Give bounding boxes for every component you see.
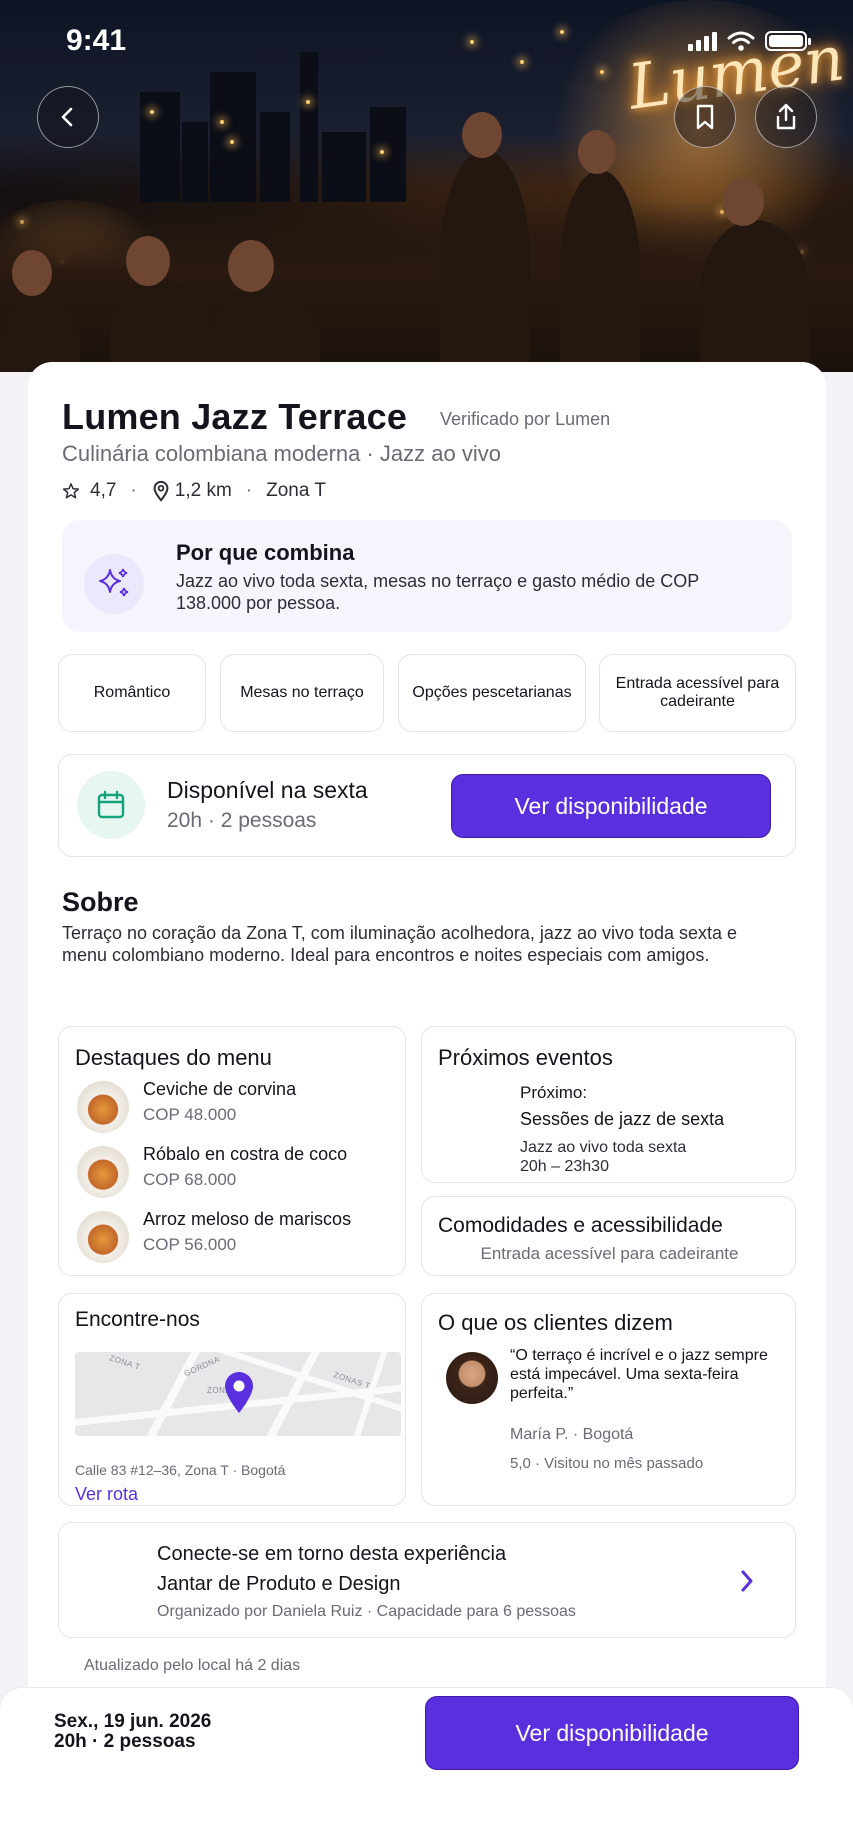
amenities-text: Entrada acessível para cadeirante <box>480 1244 739 1263</box>
status-icons <box>688 30 811 52</box>
reviews-heading: O que os clientes dizem <box>438 1310 673 1335</box>
dish-name: Ceviche de corvina <box>143 1079 297 1099</box>
status-time: 9:41 <box>66 24 127 57</box>
about-heading: Sobre <box>62 887 139 917</box>
verified-badge: Verificado por Lumen <box>440 409 611 429</box>
address: Calle 83 #12–36, Zona T · Bogotá <box>75 1462 286 1478</box>
about-text: Terraço no coração da Zona T, com ilumin… <box>62 923 738 965</box>
sparkles-icon <box>84 554 144 614</box>
amenities-heading: Comodidades e acessibilidade <box>438 1214 723 1237</box>
battery-icon <box>765 31 811 51</box>
availability-title: Disponível na sexta <box>167 777 368 803</box>
map-pin-icon <box>225 1372 253 1413</box>
distance-value: 1,2 km <box>174 480 232 501</box>
dish-name: Arroz meloso de mariscos <box>143 1209 352 1229</box>
area-value: Zona T <box>266 480 326 501</box>
venue-meta: 4,7 · 1,2 km · Zona T <box>62 480 326 502</box>
connect-meta: Organizado por Daniela Ruiz · Capacidade… <box>157 1603 576 1620</box>
dish-image <box>77 1081 129 1133</box>
dish-name: Róbalo en costra de coco <box>143 1144 348 1164</box>
why-it-matches-card: Por que combina Jazz ao vivo toda sexta,… <box>62 520 792 632</box>
event-desc: Jazz ao vivo toda sexta <box>520 1139 687 1156</box>
tag-chip[interactable]: Opções pescetarianas <box>398 654 586 732</box>
booking-detail: 20h · 2 pessoas <box>54 1731 196 1752</box>
avatar <box>446 1352 498 1404</box>
find-us-card: Encontre-nos ZONA T GORDNA ZONA T ZONAS … <box>58 1293 406 1506</box>
event-time: 20h – 23h30 <box>520 1158 609 1175</box>
last-updated: Atualizado pelo local há 2 dias <box>84 1657 301 1674</box>
why-text: Jazz ao vivo toda sexta, mesas no terraç… <box>176 571 699 613</box>
signal-icon <box>688 31 717 51</box>
check-availability-button[interactable]: Ver disponibilidade <box>451 774 771 838</box>
rating-value: 4,7 <box>90 480 117 501</box>
venue-name: Lumen Jazz Terrace <box>62 396 408 437</box>
dish-image <box>77 1211 129 1263</box>
location-pin-icon <box>153 480 169 502</box>
tag-chip[interactable]: Entrada acessível para cadeirante <box>599 654 796 732</box>
wifi-icon <box>727 31 755 51</box>
connect-event: Jantar de Produto e Design <box>157 1573 401 1595</box>
calendar-icon <box>77 771 145 839</box>
menu-item[interactable]: Róbalo en costra de coco COP 68.000 <box>77 1144 407 1200</box>
connect-card[interactable]: Conecte-se em torno desta experiência Ja… <box>58 1522 796 1638</box>
bookmark-button[interactable] <box>674 86 736 148</box>
dish-image <box>77 1146 129 1198</box>
reviews-card: O que os clientes dizem “O terraço é inc… <box>421 1293 796 1506</box>
menu-heading: Destaques do menu <box>75 1045 272 1070</box>
availability-card: Disponível na sexta 20h · 2 pessoas Ver … <box>58 754 796 857</box>
booking-date: Sex., 19 jun. 2026 <box>54 1711 212 1732</box>
dish-price: COP 68.000 <box>143 1170 237 1189</box>
booking-summary: Sex., 19 jun. 2026 20h · 2 pessoas <box>54 1712 211 1752</box>
venue-subtitle: Culinária colombiana moderna · Jazz ao v… <box>62 441 501 466</box>
upcoming-events-card[interactable]: Próximos eventos Próximo: Sessões de jaz… <box>421 1026 796 1183</box>
review-author: María P. · Bogotá <box>510 1426 634 1443</box>
bookmark-icon <box>696 104 714 130</box>
connect-title: Conecte-se em torno desta experiência <box>157 1543 507 1565</box>
availability-subtitle: 20h · 2 pessoas <box>167 809 317 832</box>
bottom-booking-bar: Sex., 19 jun. 2026 20h · 2 pessoas Ver d… <box>0 1688 853 1844</box>
directions-link[interactable]: Ver rota <box>75 1484 138 1505</box>
find-heading: Encontre-nos <box>75 1308 200 1331</box>
back-button[interactable] <box>37 86 99 148</box>
event-label: Próximo: <box>520 1083 588 1102</box>
amenities-card[interactable]: Comodidades e acessibilidade Entrada ace… <box>421 1196 796 1276</box>
tag-chip[interactable]: Romântico <box>58 654 206 732</box>
event-name: Sessões de jazz de sexta <box>520 1109 725 1129</box>
back-icon <box>61 107 73 127</box>
hero-image: Lumen <box>0 0 853 372</box>
events-heading: Próximos eventos <box>438 1045 613 1070</box>
chevron-right-icon <box>741 1570 753 1592</box>
dish-price: COP 48.000 <box>143 1105 237 1124</box>
review-quote: “O terraço é incrível e o jazz sempre es… <box>510 1347 768 1402</box>
bottom-availability-button[interactable]: Ver disponibilidade <box>425 1696 799 1770</box>
review-meta: 5,0 · Visitou no mês passado <box>510 1455 704 1472</box>
star-icon <box>62 483 80 499</box>
street-label: ZONA T <box>108 1353 142 1372</box>
map-preview[interactable]: ZONA T GORDNA ZONA T ZONAS T <box>75 1352 401 1436</box>
menu-item[interactable]: Arroz meloso de mariscos COP 56.000 <box>77 1209 407 1265</box>
share-button[interactable] <box>755 86 817 148</box>
why-title: Por que combina <box>176 540 355 565</box>
menu-item[interactable]: Ceviche de corvina COP 48.000 <box>77 1079 407 1135</box>
tag-chip[interactable]: Mesas no terraço <box>220 654 384 732</box>
share-icon <box>776 103 796 130</box>
dish-price: COP 56.000 <box>143 1235 237 1254</box>
menu-highlights-card: Destaques do menu Ceviche de corvina COP… <box>58 1026 406 1276</box>
